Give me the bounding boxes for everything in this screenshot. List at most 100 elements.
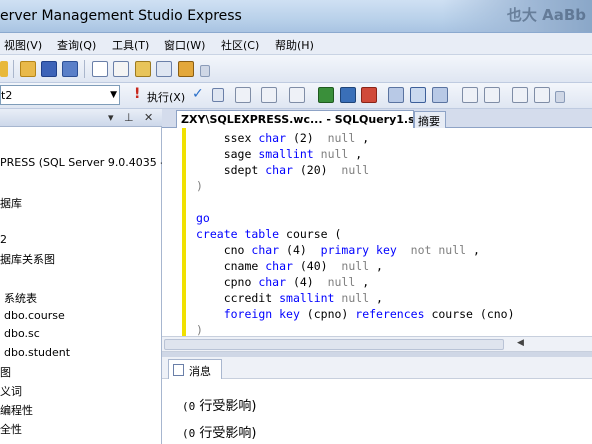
results-tab-strip: 消息 [162,357,592,379]
query-options-icon[interactable] [432,87,448,103]
change-tracking-bar [182,128,186,336]
code-token: null [327,131,356,145]
tree-item[interactable]: dbo.student [4,346,70,359]
menu-tools[interactable]: 工具(T) [112,37,149,53]
code-line: foreign key (cpno) references course (cn… [196,306,515,322]
editor-gutter [162,128,183,336]
tree-item[interactable]: 2 [0,233,7,246]
save-all-icon[interactable] [62,61,78,77]
chevron-down-icon[interactable]: ▾ [108,111,114,124]
specify-values-icon[interactable] [289,87,305,103]
include-plan-icon[interactable] [388,87,404,103]
toolbar-options-icon[interactable] [555,91,565,103]
menu-view[interactable]: 视图(V) [4,37,42,53]
code-token: char [251,243,280,257]
code-token: char [258,275,287,289]
results-to-grid-icon[interactable] [340,87,356,103]
pin-icon[interactable]: ⊥ [124,111,134,124]
code-token: (40) [292,259,342,273]
query-designer-icon[interactable] [261,87,277,103]
code-token: sdept [196,163,266,177]
open-folder-icon[interactable] [20,61,36,77]
toolbox-icon[interactable] [178,61,194,77]
comment-icon[interactable] [462,87,478,103]
code-token: course ( [279,227,342,241]
results-to-file-icon[interactable] [361,87,377,103]
code-token: , [369,259,383,273]
document-icon[interactable] [92,61,108,77]
menu-help[interactable]: 帮助(H) [275,37,314,53]
execute-icon[interactable]: ! [134,86,140,102]
code-line: ) [196,322,515,336]
menu-window[interactable]: 窗口(W) [164,37,205,53]
code-token: null [341,291,370,305]
database-select[interactable]: t2 ▼ [0,85,120,105]
code-token: ) [196,179,203,193]
code-line: cname char (40) null , [196,258,515,274]
save-icon[interactable] [41,61,57,77]
title-decoration: 也大 AaBb [442,0,592,32]
toolbar-separator [84,60,85,78]
editor-tab-strip: ZXY\SQLEXPRESS.wc... - SQLQuery1.sql* 摘要 [162,109,592,128]
code-token: create table [196,227,280,241]
code-token: char [265,163,293,177]
message-text: 行受影响) [195,399,257,414]
results-to-text-icon[interactable] [318,87,334,103]
menu-query[interactable]: 查询(Q) [57,37,96,53]
code-line: cpno char (4) null , [196,274,515,290]
tree-item[interactable]: dbo.course [4,309,65,322]
decrease-indent-icon[interactable] [512,87,528,103]
client-stats-icon[interactable] [410,87,426,103]
code-token: go [196,211,210,225]
scroll-left-icon[interactable]: ◀ [517,338,524,348]
code-token: smallint [279,291,335,305]
code-line: ccredit smallint null , [196,290,515,306]
uncomment-icon[interactable] [484,87,500,103]
tree-server-node[interactable]: PRESS (SQL Server 9.0.4035 - [0,156,164,169]
code-token: cno [196,243,252,257]
object-explorer-icon[interactable] [135,61,151,77]
toolbar-options-icon[interactable] [200,65,210,77]
tree-item[interactable]: dbo.sc [4,327,40,340]
code-token: (4) [286,275,328,289]
increase-indent-icon[interactable] [534,87,550,103]
tab-summary[interactable]: 摘要 [414,111,446,128]
code-token: ssex [196,131,259,145]
code-token: sage [196,147,259,161]
chevron-down-icon[interactable]: ▼ [110,90,117,100]
tree-item[interactable]: 义词 [0,383,22,399]
close-icon[interactable]: ✕ [144,111,153,124]
tree-item[interactable]: 图 [0,364,11,380]
query-editor[interactable]: ssex char (2) null , sage smallint null … [162,128,592,336]
tree-item[interactable]: 编程性 [0,402,33,418]
code-token: (20) [292,163,342,177]
scrollbar-thumb[interactable] [164,339,504,350]
tree-item[interactable]: 据库 [0,195,22,211]
code-token: null [327,275,356,289]
template-icon[interactable] [156,61,172,77]
cancel-query-icon[interactable] [212,88,224,102]
title-decoration-text: 也大 AaBb [506,6,586,24]
code-token: , [355,131,370,145]
tree-item[interactable]: 系统表 [4,290,37,306]
code-line: sdept char (20) null [196,162,515,178]
execute-button[interactable]: 执行(X) [147,89,185,105]
object-explorer-header: ▾ ⊥ ✕ [0,109,162,127]
display-plan-icon[interactable] [235,87,251,103]
tab-sqlquery1[interactable]: ZXY\SQLEXPRESS.wc... - SQLQuery1.sql* [176,110,414,128]
tree-item[interactable]: 据库关系图 [0,251,55,267]
code-area[interactable]: ssex char (2) null , sage smallint null … [196,130,515,336]
new-icon[interactable] [0,61,8,77]
message-line: (0 行受影响) [182,395,256,414]
tree-item[interactable]: 全性 [0,421,22,437]
results-pane: 消息 (0 行受影响) (0 行受影响) [162,357,592,444]
properties-icon[interactable] [113,61,129,77]
code-token: ) [196,323,203,336]
horizontal-scrollbar[interactable]: ◀ [162,336,592,352]
tab-messages[interactable]: 消息 [168,359,222,379]
menu-community[interactable]: 社区(C) [221,37,259,53]
parse-check-icon[interactable]: ✓ [192,86,204,102]
